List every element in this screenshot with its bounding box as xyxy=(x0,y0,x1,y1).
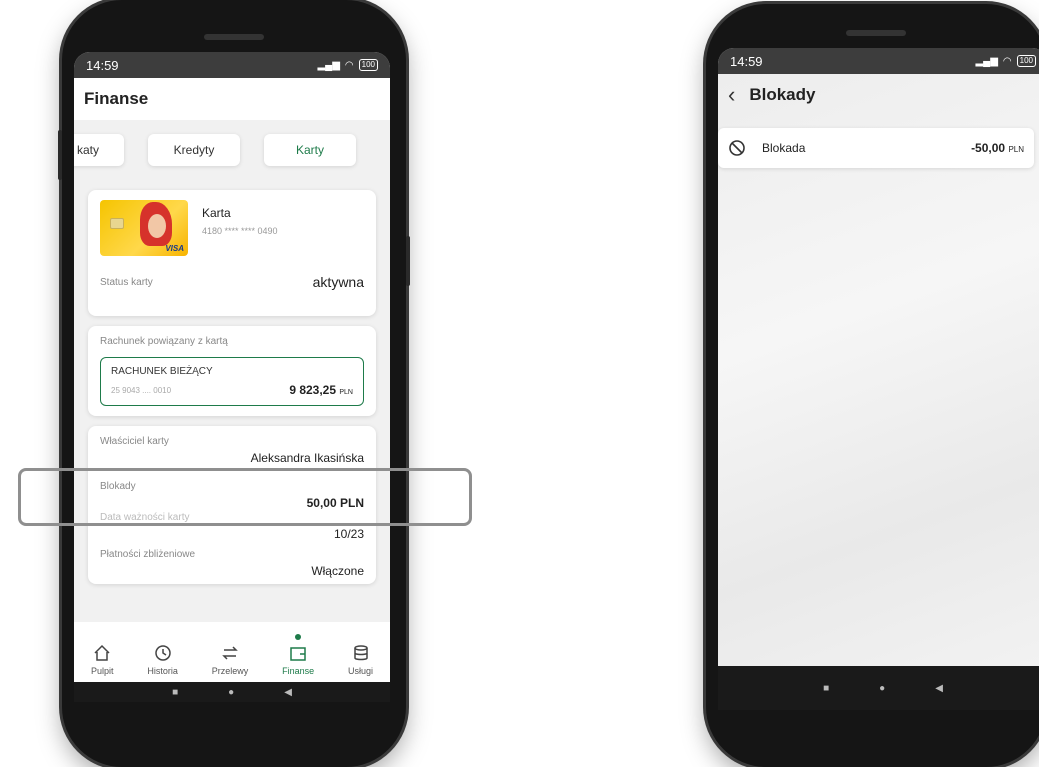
android-nav-bar: ■ ● ◀ xyxy=(718,666,1039,710)
back-triangle-icon[interactable]: ◀ xyxy=(935,683,943,694)
tab-karty[interactable]: Karty xyxy=(264,134,356,166)
nav-label: Usługi xyxy=(348,666,374,676)
nav-label: Finanse xyxy=(282,666,315,676)
services-icon xyxy=(353,645,368,661)
contactless-label: Płatności zbliżeniowe xyxy=(100,549,196,560)
home-icon xyxy=(94,644,110,661)
card-number: 4180 **** **** 0490 xyxy=(202,226,278,236)
home-circle-icon[interactable]: ● xyxy=(879,683,885,694)
block-label: Blokada xyxy=(762,141,806,155)
battery-icon: 100 xyxy=(1016,55,1036,67)
back-arrow-icon[interactable]: ‹ xyxy=(728,82,735,108)
account-currency: PLN xyxy=(339,389,353,396)
linked-account-card: Rachunek powiązany z kartą RACHUNEK BIEŻ… xyxy=(88,326,376,416)
page-title: Blokady xyxy=(749,85,816,104)
owner-value: Aleksandra Ikasińska xyxy=(250,451,364,465)
bottom-nav: Pulpit Historia Przelewy Finanse Usługi xyxy=(74,622,390,682)
nav-label: Przelewy xyxy=(211,666,249,676)
card-summary[interactable]: VISA Karta 4180 **** **** 0490 Status ka… xyxy=(88,190,376,316)
block-list-item[interactable]: Blokada -50,00 PLN xyxy=(718,128,1034,168)
nav-przelewy[interactable]: Przelewy xyxy=(211,644,249,676)
status-bar: 14:59 ▂▄▆ ◠ 100 xyxy=(74,52,390,78)
chip-icon xyxy=(110,218,124,229)
wifi-icon: ◠ xyxy=(1002,55,1012,67)
signal-icon: ▂▄▆ xyxy=(317,59,340,71)
nav-pulpit[interactable]: Pulpit xyxy=(90,644,114,676)
page-title: Finanse xyxy=(74,78,390,120)
speaker xyxy=(204,34,264,40)
tab-lokaty[interactable]: katy xyxy=(74,134,124,166)
nav-label: Historia xyxy=(147,666,178,676)
block-icon xyxy=(729,140,745,156)
back-triangle-icon[interactable]: ◀ xyxy=(284,687,292,698)
speaker xyxy=(846,30,906,36)
card-status-value: aktywna xyxy=(312,274,364,290)
active-indicator xyxy=(295,634,302,640)
volume-button xyxy=(58,130,62,180)
home-circle-icon[interactable]: ● xyxy=(228,687,234,698)
nav-uslugi[interactable]: Usługi xyxy=(348,644,373,676)
signal-icon: ▂▄▆ xyxy=(975,55,998,67)
status-bar: 14:59 ▂▄▆ ◠ 100 xyxy=(718,48,1039,74)
nav-finanse[interactable]: Finanse xyxy=(282,634,315,676)
visa-logo: VISA xyxy=(165,244,184,253)
account-balance: 9 823,25 xyxy=(289,383,337,397)
account-number: 25 9043 .... 0010 xyxy=(111,385,172,395)
linked-account-label: Rachunek powiązany z kartą xyxy=(100,336,228,347)
account-name: RACHUNEK BIEŻĄCY xyxy=(111,366,213,377)
block-amount: -50,00 xyxy=(971,141,1006,155)
history-icon xyxy=(154,645,171,661)
left-screen: 14:59 ▂▄▆ ◠ 100 Finanse katy Kredyty Kar… xyxy=(74,52,390,702)
right-screen: 14:59 ▂▄▆ ◠ 100 ‹ Blokady Blokada -50,00… xyxy=(718,48,1039,710)
expiry-value: 10/23 xyxy=(333,527,364,541)
owner-label: Właściciel karty xyxy=(100,436,169,447)
recent-apps-icon[interactable]: ■ xyxy=(823,683,829,694)
nav-historia[interactable]: Historia xyxy=(147,644,178,676)
wifi-icon: ◠ xyxy=(344,59,354,71)
wallet-icon xyxy=(290,647,306,661)
recent-apps-icon[interactable]: ■ xyxy=(172,687,178,698)
nav-label: Pulpit xyxy=(90,666,114,676)
android-nav-bar: ■ ● ◀ xyxy=(74,682,390,702)
status-time: 14:59 xyxy=(730,53,763,69)
power-button xyxy=(406,236,410,286)
linked-account[interactable]: RACHUNEK BIEŻĄCY 25 9043 .... 0010 9 823… xyxy=(100,357,364,406)
left-phone: 14:59 ▂▄▆ ◠ 100 Finanse katy Kredyty Kar… xyxy=(58,0,410,767)
card-art-face xyxy=(148,214,166,238)
status-icons: ▂▄▆ ◠ 100 xyxy=(317,59,378,71)
highlight-box xyxy=(18,468,472,526)
contactless-value: Włączone xyxy=(311,564,364,578)
page-header: ‹ Blokady xyxy=(718,74,1039,116)
status-time: 14:59 xyxy=(86,57,119,73)
status-icons: ▂▄▆ ◠ 100 xyxy=(975,55,1036,67)
right-phone: 14:59 ▂▄▆ ◠ 100 ‹ Blokady Blokada -50,00… xyxy=(706,4,1039,767)
card-name: Karta xyxy=(202,206,231,220)
card-status-label: Status karty xyxy=(100,276,153,288)
block-currency: PLN xyxy=(1008,145,1024,154)
battery-icon: 100 xyxy=(358,59,378,71)
card-image: VISA xyxy=(100,200,188,256)
transfer-icon xyxy=(222,646,238,660)
tabs: katy Kredyty Karty xyxy=(74,120,390,166)
tab-kredyty[interactable]: Kredyty xyxy=(148,134,240,166)
